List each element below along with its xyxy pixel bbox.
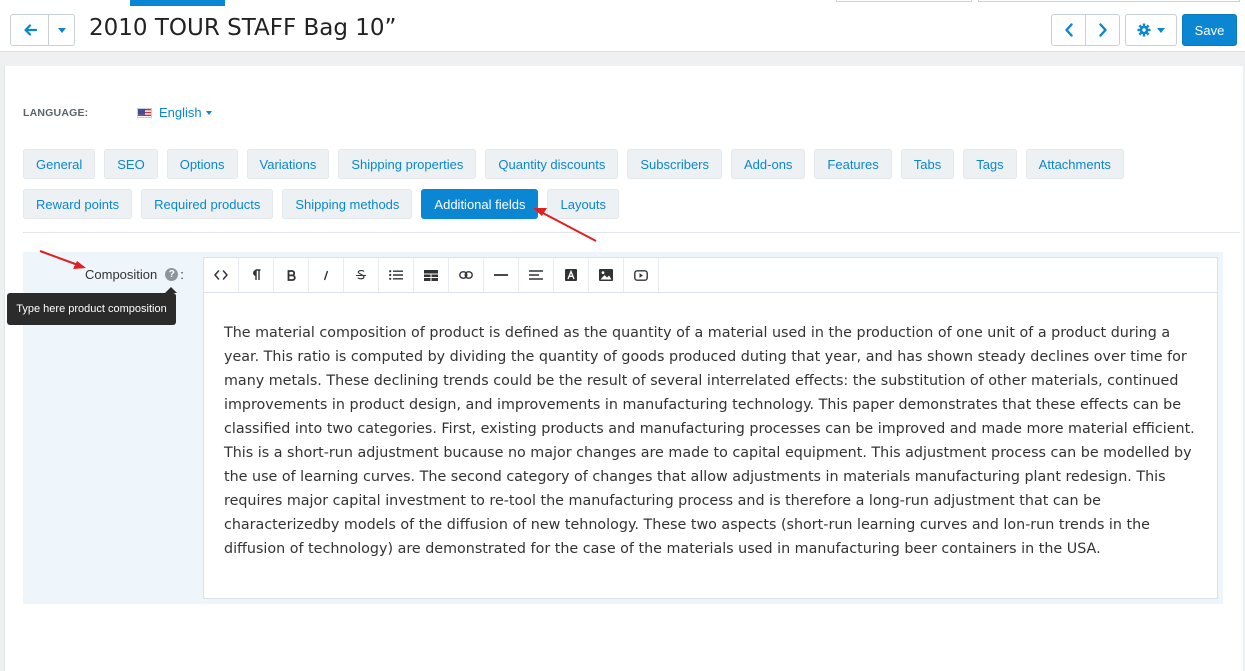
- code-view-button[interactable]: [204, 258, 239, 292]
- tab-features[interactable]: Features: [814, 149, 892, 179]
- top-control-stub[interactable]: [978, 0, 1240, 2]
- chevron-left-icon: [1064, 23, 1073, 37]
- bold-button[interactable]: [274, 258, 309, 292]
- composition-label-text: Composition: [85, 267, 158, 282]
- font-color-icon: [565, 269, 577, 281]
- tab-shipping-methods[interactable]: Shipping methods: [282, 189, 413, 219]
- unordered-list-icon: [389, 270, 403, 280]
- video-icon: [634, 269, 648, 281]
- top-control-stub[interactable]: [836, 0, 972, 2]
- composition-label: Composition ? :: [85, 267, 184, 282]
- insert-video-button[interactable]: [624, 258, 659, 292]
- product-editor-panel: LANGUAGE: English General SEO Options Va…: [4, 66, 1243, 671]
- back-button[interactable]: [10, 14, 49, 46]
- composition-field: Composition ? : Type here product compos…: [7, 252, 1223, 604]
- tabs-row-2: Reward points Required products Shipping…: [23, 189, 620, 219]
- link-icon: [459, 271, 473, 279]
- paragraph-format-button[interactable]: [239, 258, 274, 292]
- horizontal-rule-icon: [494, 274, 508, 276]
- rich-text-editor[interactable]: The material composition of product is d…: [203, 257, 1218, 599]
- language-label: LANGUAGE:: [23, 107, 89, 119]
- strikethrough-icon: [356, 269, 366, 280]
- tab-required-products[interactable]: Required products: [141, 189, 274, 219]
- tab-add-ons[interactable]: Add-ons: [731, 149, 806, 179]
- tabs-row-1: General SEO Options Variations Shipping …: [23, 149, 1124, 179]
- gear-icon: [1137, 23, 1151, 37]
- editor-content[interactable]: The material composition of product is d…: [224, 321, 1204, 561]
- question-circle-icon[interactable]: ?: [165, 268, 179, 281]
- arrow-left-icon: [23, 24, 37, 36]
- tab-general[interactable]: General: [23, 149, 96, 179]
- tab-tabs[interactable]: Tabs: [900, 149, 955, 179]
- tab-quantity-discounts[interactable]: Quantity discounts: [485, 149, 619, 179]
- us-flag-icon: [137, 107, 152, 118]
- table-icon: [424, 269, 438, 281]
- label-colon: :: [180, 267, 184, 282]
- table-button[interactable]: [414, 258, 449, 292]
- tab-shipping-properties[interactable]: Shipping properties: [338, 149, 477, 179]
- page-header: 2010 TOUR STAFF Bag 10” Save: [0, 0, 1245, 52]
- link-button[interactable]: [449, 258, 484, 292]
- horizontal-rule-button[interactable]: [484, 258, 519, 292]
- chevron-right-icon: [1098, 23, 1107, 37]
- composition-tooltip: Type here product composition: [7, 287, 177, 325]
- language-value: English: [159, 105, 202, 120]
- caret-down-icon: [1157, 27, 1165, 33]
- unordered-list-button[interactable]: [379, 258, 414, 292]
- tab-seo[interactable]: SEO: [104, 149, 158, 179]
- back-dropdown-button[interactable]: [48, 14, 75, 46]
- settings-dropdown-button[interactable]: [1125, 14, 1177, 46]
- font-color-button[interactable]: [554, 258, 589, 292]
- previous-product-button[interactable]: [1051, 14, 1086, 46]
- tab-additional-fields[interactable]: Additional fields: [421, 189, 539, 219]
- tab-layouts[interactable]: Layouts: [547, 189, 620, 219]
- tab-tags[interactable]: Tags: [963, 149, 1017, 179]
- strikethrough-button[interactable]: [344, 258, 379, 292]
- editor-toolbar: [204, 258, 1217, 293]
- image-icon: [599, 269, 613, 281]
- active-top-tab-indicator: [130, 0, 225, 6]
- italic-icon: [323, 270, 329, 280]
- align-icon: [529, 270, 543, 280]
- save-button[interactable]: Save: [1182, 14, 1237, 46]
- bold-icon: [287, 269, 296, 281]
- insert-image-button[interactable]: [589, 258, 624, 292]
- code-view-icon: [214, 270, 228, 280]
- page-title: 2010 TOUR STAFF Bag 10”: [89, 15, 397, 41]
- caret-down-icon: [57, 27, 66, 33]
- align-button[interactable]: [519, 258, 554, 292]
- caret-down-icon: [205, 111, 212, 115]
- tab-attachments[interactable]: Attachments: [1025, 149, 1124, 179]
- italic-button[interactable]: [309, 258, 344, 292]
- tab-subscribers[interactable]: Subscribers: [627, 149, 722, 179]
- next-product-button[interactable]: [1085, 14, 1120, 46]
- language-selector[interactable]: English: [137, 105, 212, 120]
- tab-variations[interactable]: Variations: [246, 149, 330, 179]
- paragraph-icon: [253, 269, 261, 280]
- tab-options[interactable]: Options: [166, 149, 238, 179]
- tab-reward-points[interactable]: Reward points: [23, 189, 133, 219]
- tabs-divider: [23, 232, 1240, 233]
